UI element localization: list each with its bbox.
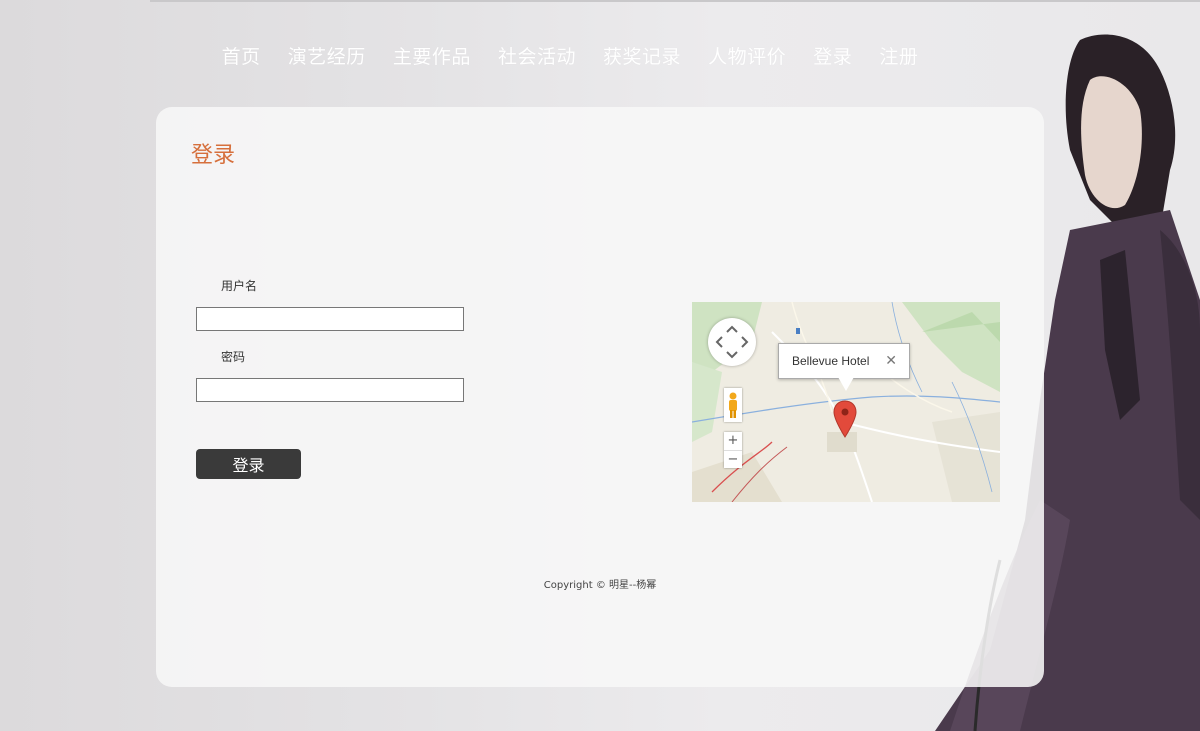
- copyright-footer: Copyright © 明星--杨幂: [543, 580, 657, 591]
- nav-reviews[interactable]: 人物评价: [708, 42, 786, 69]
- password-label: 密码: [221, 350, 246, 364]
- username-label: 用户名: [221, 279, 258, 293]
- password-input[interactable]: [196, 378, 464, 402]
- close-icon[interactable]: ✕: [885, 352, 897, 369]
- zoom-in-button[interactable]: +: [724, 432, 742, 450]
- zoom-control: + −: [724, 432, 742, 468]
- street-view-pegman-icon[interactable]: [724, 388, 742, 422]
- map-marker-icon[interactable]: [833, 400, 857, 438]
- username-input[interactable]: [196, 307, 464, 331]
- nav-works[interactable]: 主要作品: [393, 42, 471, 69]
- embedded-map[interactable]: + − Bellevue Hotel ✕: [692, 302, 1000, 502]
- zoom-out-button[interactable]: −: [724, 450, 742, 469]
- main-navigation: 首页 演艺经历 主要作品 社会活动 获奖记录 人物评价 登录 注册: [0, 42, 1140, 69]
- nav-awards[interactable]: 获奖记录: [603, 42, 681, 69]
- map-pan-control[interactable]: [708, 318, 756, 366]
- info-window-title: Bellevue Hotel: [792, 354, 870, 368]
- map-info-window: Bellevue Hotel ✕: [778, 343, 910, 379]
- nav-social-activities[interactable]: 社会活动: [498, 42, 576, 69]
- login-submit-button[interactable]: 登录: [196, 449, 301, 479]
- nav-register[interactable]: 注册: [879, 42, 918, 69]
- nav-home[interactable]: 首页: [222, 42, 261, 69]
- content-panel: 登录 用户名 密码 登录 + − Bellevue Hotel ✕ Copyri…: [156, 107, 1044, 687]
- page-title: 登录: [191, 143, 236, 168]
- nav-login[interactable]: 登录: [813, 42, 852, 69]
- info-window-tail: [838, 377, 854, 391]
- top-border-line: [150, 0, 1200, 2]
- nav-career[interactable]: 演艺经历: [288, 42, 366, 69]
